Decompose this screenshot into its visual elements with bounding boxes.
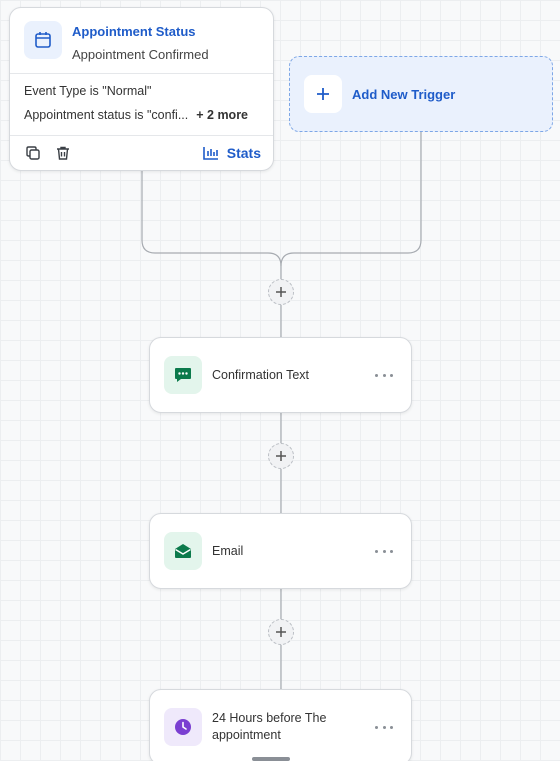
action-label: Confirmation Text <box>212 367 310 382</box>
envelope-open-icon <box>164 532 202 570</box>
action-label: Email <box>212 543 244 558</box>
action-card-confirmation-text[interactable]: Confirmation Text <box>149 337 412 413</box>
more-options-icon[interactable] <box>375 725 393 729</box>
more-options-icon[interactable] <box>375 373 393 377</box>
plus-icon <box>276 627 286 637</box>
plus-icon <box>304 75 342 113</box>
filter-event-type: Event Type is "Normal" <box>24 84 152 98</box>
trigger-footer: Stats <box>10 136 273 170</box>
trigger-header: Appointment Status Appointment Confirmed <box>10 8 273 74</box>
add-new-trigger-button[interactable]: Add New Trigger <box>289 56 553 132</box>
add-action-button[interactable] <box>268 619 294 645</box>
more-options-icon[interactable] <box>375 549 393 553</box>
plus-icon <box>276 451 286 461</box>
trash-icon[interactable] <box>54 144 72 162</box>
filter-appointment-status: Appointment status is "confi... + 2 more <box>24 108 259 122</box>
add-new-trigger-label: Add New Trigger <box>352 86 456 102</box>
sms-chat-icon <box>164 356 202 394</box>
action-card-wait[interactable]: 24 Hours before The appointment <box>149 689 412 761</box>
plus-icon <box>276 287 286 297</box>
add-action-button[interactable] <box>268 279 294 305</box>
more-filters-link[interactable]: + 2 more <box>196 108 248 122</box>
copy-icon[interactable] <box>24 144 42 162</box>
stats-label: Stats <box>226 145 261 161</box>
stats-button[interactable]: Stats <box>202 145 261 161</box>
action-label: 24 Hours before The appointment <box>212 711 327 742</box>
trigger-filters: Event Type is "Normal" Appointment statu… <box>10 74 273 136</box>
clock-icon <box>164 708 202 746</box>
trigger-card-appointment-status[interactable]: Appointment Status Appointment Confirmed… <box>9 7 274 171</box>
trigger-subtitle: Appointment Confirmed <box>72 47 209 62</box>
trigger-title: Appointment Status <box>72 24 196 39</box>
calendar-icon <box>24 21 62 59</box>
filter-appointment-status-text: Appointment status is "confi... <box>24 108 189 122</box>
action-card-email[interactable]: Email <box>149 513 412 589</box>
add-action-button[interactable] <box>268 443 294 469</box>
scroll-handle[interactable] <box>252 757 290 761</box>
bar-chart-icon <box>202 147 218 160</box>
